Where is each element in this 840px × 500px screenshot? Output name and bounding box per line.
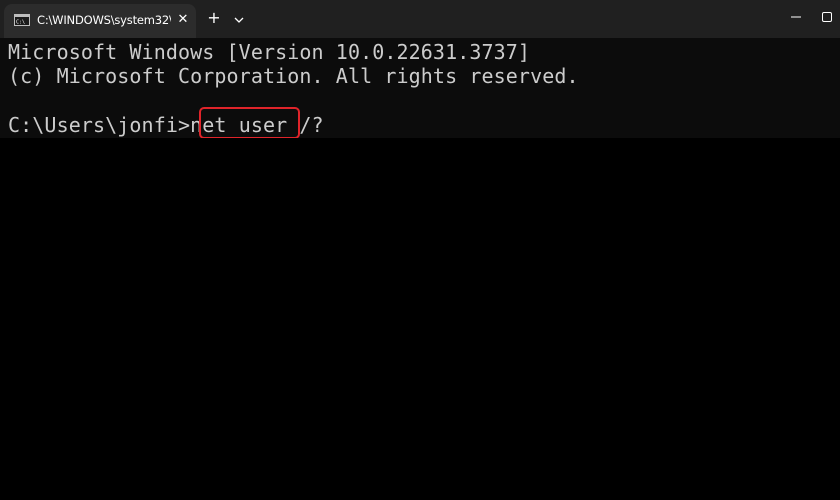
minimize-icon[interactable] [782, 6, 810, 28]
svg-text:C:\: C:\ [16, 20, 25, 26]
title-bar: C:\ C:\WINDOWS\system32\cmd. ✕ + [0, 0, 840, 38]
plus-icon[interactable]: + [204, 10, 224, 30]
command-highlight-box [199, 107, 300, 139]
cmd-icon: C:\ [14, 14, 30, 26]
version-line: Microsoft Windows [Version 10.0.22631.37… [8, 40, 531, 64]
close-icon[interactable]: ✕ [174, 11, 192, 29]
console-output[interactable]: Microsoft Windows [Version 10.0.22631.37… [0, 38, 840, 138]
maximize-icon[interactable] [818, 6, 840, 28]
tab-cmd[interactable]: C:\ C:\WINDOWS\system32\cmd. ✕ [4, 4, 196, 38]
prompt: C:\Users\jonfi> [8, 113, 191, 137]
copyright-line: (c) Microsoft Corporation. All rights re… [8, 64, 579, 88]
console-empty-area[interactable] [0, 138, 840, 500]
chevron-down-icon[interactable] [229, 11, 249, 29]
tab-title: C:\WINDOWS\system32\cmd. [37, 13, 171, 27]
